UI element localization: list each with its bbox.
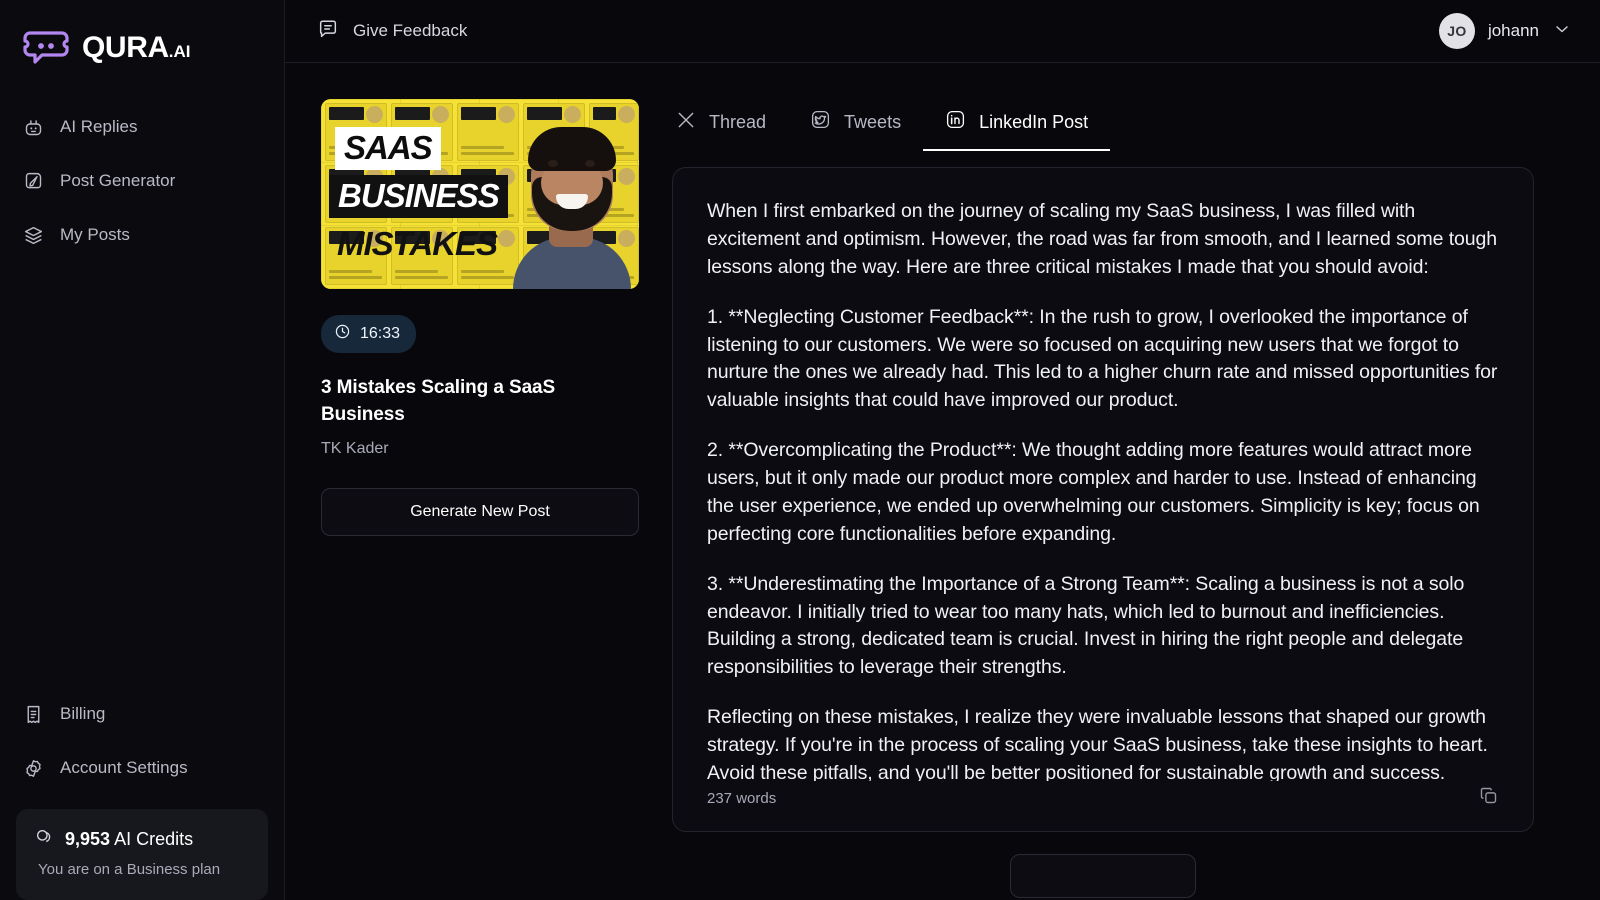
app-root: QURA .AI AI Replies Post Generator My Po… [0, 0, 1600, 900]
username-label: johann [1487, 21, 1539, 40]
credits-row: 9,953 AI Credits [34, 827, 250, 852]
primary-nav: AI Replies Post Generator My Posts [0, 100, 284, 262]
generated-post-card: When I first embarked on the journey of … [672, 167, 1534, 832]
feedback-bubble-icon [317, 18, 339, 45]
post-paragraph: 2. **Overcomplicating the Product**: We … [707, 439, 1480, 545]
sidebar-item-billing[interactable]: Billing [0, 687, 284, 741]
sidebar-item-label: Post Generator [60, 171, 176, 190]
credits-number: 9,953 [65, 829, 111, 849]
tab-linkedin-post[interactable]: LinkedIn Post [923, 109, 1111, 151]
tab-label: Tweets [844, 111, 902, 132]
brand-logo[interactable]: QURA .AI [0, 0, 284, 72]
tab-tweets[interactable]: Tweets [788, 109, 923, 151]
post-paragraph: 1. **Neglecting Customer Feedback**: In … [707, 305, 1498, 412]
sidebar-item-label: Account Settings [60, 758, 188, 777]
plan-text: You are on a Business plan [38, 861, 221, 878]
video-author: TK Kader [321, 439, 389, 457]
feather-pen-icon [22, 170, 44, 192]
credits-unit: AI Credits [114, 829, 194, 849]
chevron-down-icon [1552, 19, 1572, 44]
receipt-icon [22, 703, 44, 725]
tab-label: LinkedIn Post [979, 111, 1089, 132]
sidebar-item-label: Billing [60, 704, 106, 723]
word-count-label: 237 words [707, 789, 777, 807]
thumbnail-line-2: BUSINESS [329, 175, 508, 218]
thumbnail-line-1: SAAS [335, 127, 441, 170]
post-paragraph: 3. **Underestimating the Importance of a… [707, 572, 1465, 679]
generate-new-post-button[interactable]: Generate New Post [321, 487, 639, 536]
robot-icon [22, 116, 44, 138]
post-text[interactable]: When I first embarked on the journey of … [707, 198, 1499, 781]
post-paragraph: Reflecting on these mistakes, I realize … [707, 706, 1488, 781]
tab-thread[interactable]: Thread [672, 110, 788, 151]
sidebar-item-ai-replies[interactable]: AI Replies [0, 100, 284, 154]
twitter-bird-icon [810, 109, 831, 135]
thumbnail-line-3: MISTAKES [337, 225, 498, 262]
sidebar-item-account-settings[interactable]: Account Settings [0, 741, 284, 795]
content-area: SAAS BUSINESS MISTAKES 16:33 3 Mistakes … [285, 63, 1600, 900]
duration-label: 16:33 [360, 325, 401, 342]
tab-label: Thread [709, 112, 767, 132]
ai-credits-card[interactable]: 9,953 AI Credits You are on a Business p… [16, 809, 268, 900]
copy-icon[interactable] [1478, 785, 1499, 811]
brand-name-text: QURA [82, 31, 169, 64]
post-panel: Thread Tweets LinkedIn Post When I first… [640, 63, 1600, 900]
layers-icon [22, 224, 44, 246]
user-menu[interactable]: JO johann [1438, 13, 1572, 49]
top-bar: Give Feedback JO johann [285, 0, 1600, 63]
sidebar: QURA .AI AI Replies Post Generator My Po… [0, 0, 285, 900]
gear-icon [22, 757, 44, 779]
sidebar-item-post-generator[interactable]: Post Generator [0, 154, 284, 208]
sidebar-item-my-posts[interactable]: My Posts [0, 208, 284, 262]
sidebar-item-label: My Posts [60, 225, 130, 244]
main-area: Give Feedback JO johann SAAS BUSINESS MI… [285, 0, 1600, 900]
post-paragraph: When I first embarked on the journey of … [707, 200, 1498, 278]
give-feedback-button[interactable]: Give Feedback [317, 18, 467, 45]
qura-bubble-icon [22, 29, 70, 67]
sidebar-bottom: Billing Account Settings 9,953 AI Credit… [0, 687, 284, 900]
sidebar-item-label: AI Replies [60, 117, 138, 136]
x-twitter-icon [676, 110, 696, 135]
credits-amount: 9,953 AI Credits [65, 829, 193, 850]
give-feedback-label: Give Feedback [353, 21, 468, 40]
avatar: JO [1438, 13, 1475, 49]
linkedin-icon [945, 109, 966, 135]
duration-badge: 16:33 [321, 315, 417, 353]
clock-icon [334, 323, 351, 345]
platform-tabs: Thread Tweets LinkedIn Post [672, 97, 1534, 151]
video-meta: 16:33 3 Mistakes Scaling a SaaS Business… [321, 315, 640, 536]
thumbnail-title: SAAS BUSINESS MISTAKES [329, 127, 530, 262]
video-panel: SAAS BUSINESS MISTAKES 16:33 3 Mistakes … [285, 63, 640, 900]
brand-suffix: .AI [168, 42, 191, 61]
below-card-button[interactable] [1010, 854, 1196, 898]
post-footer: 237 words [707, 781, 1499, 811]
coins-icon [34, 827, 54, 852]
video-title: 3 Mistakes Scaling a SaaS Business [321, 377, 556, 425]
video-thumbnail[interactable]: SAAS BUSINESS MISTAKES [321, 99, 639, 289]
brand-name: QURA .AI [82, 31, 190, 65]
